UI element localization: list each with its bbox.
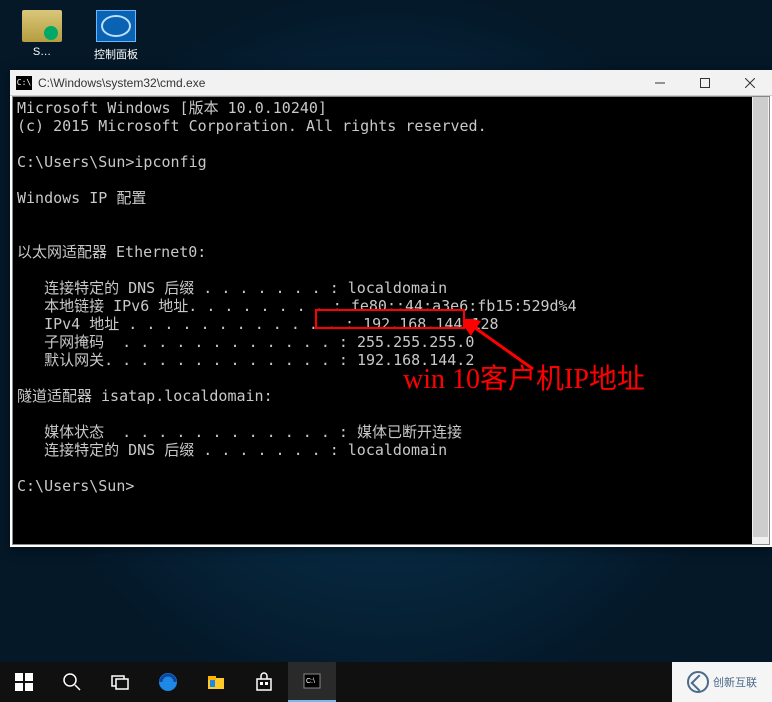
start-button[interactable]	[0, 662, 48, 702]
folder-icon	[206, 672, 226, 692]
edge-icon	[158, 672, 178, 692]
terminal-output: Microsoft Windows [版本 10.0.10240] (c) 20…	[13, 97, 769, 497]
desktop-icon-user[interactable]: S…	[12, 10, 72, 58]
watermark: 创新互联	[672, 662, 772, 702]
store-icon	[254, 672, 274, 692]
taskbar: C:\	[0, 662, 772, 702]
cmd-window: C:\ C:\Windows\system32\cmd.exe Microsof…	[10, 70, 772, 547]
svg-text:C:\: C:\	[306, 678, 315, 685]
task-view-icon	[110, 672, 130, 692]
scrollbar-thumb[interactable]	[753, 97, 768, 537]
task-view-button[interactable]	[96, 662, 144, 702]
close-button[interactable]	[727, 70, 772, 96]
control-panel-icon	[96, 10, 136, 42]
taskbar-edge[interactable]	[144, 662, 192, 702]
desktop-icon-control-panel[interactable]: 控制面板	[86, 10, 146, 62]
annotation-label: win 10客户机IP地址	[403, 357, 645, 397]
terminal-body[interactable]: Microsoft Windows [版本 10.0.10240] (c) 20…	[12, 96, 770, 545]
taskbar-explorer[interactable]	[192, 662, 240, 702]
minimize-button[interactable]	[637, 70, 682, 96]
taskbar-cmd[interactable]: C:\	[288, 662, 336, 702]
taskbar-store[interactable]	[240, 662, 288, 702]
window-title: C:\Windows\system32\cmd.exe	[38, 76, 637, 90]
watermark-text: 创新互联	[713, 674, 757, 690]
desktop-icon-label: 控制面板	[86, 46, 146, 62]
scrollbar[interactable]	[752, 97, 769, 544]
terminal-icon: C:\	[302, 671, 322, 691]
cmd-icon: C:\	[16, 76, 32, 90]
maximize-button[interactable]	[682, 70, 727, 96]
search-button[interactable]	[48, 662, 96, 702]
watermark-logo-icon	[687, 671, 709, 693]
ipv4-highlight-box	[315, 309, 465, 329]
desktop-icon-label: S…	[12, 46, 72, 58]
search-icon	[62, 672, 82, 692]
titlebar[interactable]: C:\ C:\Windows\system32\cmd.exe	[10, 70, 772, 96]
user-folder-icon	[22, 10, 62, 42]
